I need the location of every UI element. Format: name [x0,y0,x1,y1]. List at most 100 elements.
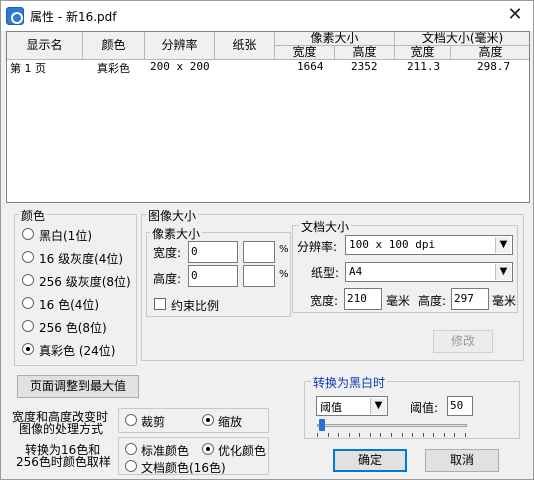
doc-height-label: 高度: [418,294,447,308]
header-color[interactable]: 颜色 [83,32,145,60]
slider-tick [349,433,350,437]
page-list[interactable]: 显示名 颜色 分辨率 纸张 像素大小 宽度 高度 文档大小(毫米) 宽度 高度 … [6,31,530,203]
palette-mode-label-line2: 256色时颜色取样 [16,455,111,469]
image-size-title: 图像大小 [146,207,199,224]
color-option-radio[interactable] [22,320,34,332]
color-option-label: 真彩色 (24位) [39,344,116,358]
color-option-label: 16 色(4位) [39,298,100,312]
color-option-label: 黑白(1位) [39,229,92,243]
slider-tick [317,433,318,437]
slider-tick [328,433,329,437]
header-name[interactable]: 显示名 [7,32,83,60]
slider-tick [433,433,434,437]
paper-select[interactable]: A4 ▼ [345,262,513,282]
slider-tick [370,433,371,437]
fit-to-max-button[interactable]: 页面调整到最大值 [17,375,139,398]
cancel-button[interactable]: 取消 [425,449,499,472]
scale-radio[interactable] [202,414,214,426]
color-option-label: 256 级灰度(8位) [39,275,131,289]
title-bar: 属性 - 新16.pdf ✕ [1,1,533,31]
doc-width-label: 宽度: [310,294,339,308]
header-pixel-width[interactable]: 宽度 [275,46,335,60]
app-icon [6,7,24,25]
color-option-label: 16 级灰度(4位) [39,252,124,266]
paper-value: A4 [349,265,363,278]
doc-width-unit: 毫米 [386,294,411,308]
color-option-label: 256 色(8位) [39,321,107,335]
slider-tick [391,433,392,437]
pixel-width-percent-symbol: % [279,244,289,255]
pixel-size-title: 像素大小 [150,225,203,242]
color-option-radio[interactable] [22,274,34,286]
bw-method-select[interactable]: 阈值 ▼ [316,396,388,416]
row-name: 第 1 页 [10,62,46,75]
scale-label: 缩放 [218,415,243,429]
doc-width-input[interactable]: 210 [344,288,382,310]
header-resolution[interactable]: 分辨率 [145,32,215,60]
paper-label: 纸型: [311,266,340,280]
header-doc-size[interactable]: 文档大小(毫米) [395,32,529,46]
pixel-width-label: 宽度: [153,246,182,260]
ok-button[interactable]: 确定 [333,449,407,472]
header-doc-height[interactable]: 高度 [451,46,529,60]
resolution-value: 100 x 100 dpi [349,238,436,251]
slider-tick [380,433,381,437]
slider-tick [444,433,445,437]
pixel-width-input[interactable]: 0 [188,241,238,263]
doc-height-input[interactable]: 297 [451,288,489,310]
modify-button[interactable]: 修改 [433,330,493,353]
slider-thumb[interactable] [319,419,325,431]
slider-tick [465,433,466,437]
row-color: 真彩色 [97,62,130,75]
row-doc-width: 211.3 [407,60,441,73]
table-row[interactable]: 第 1 页 真彩色 200 x 200 1664 2352 211.3 298.… [7,60,529,75]
row-doc-height: 298.7 [477,60,511,73]
doc-size-title: 文档大小 [299,218,352,235]
slider-track [317,424,467,427]
pixel-height-percent-input[interactable] [243,265,275,287]
doc-height-unit: 毫米 [492,294,517,308]
window-title: 属性 - 新16.pdf [30,10,117,24]
pixel-height-label: 高度: [153,272,182,286]
color-option-radio[interactable] [22,228,34,240]
header-pixel-height[interactable]: 高度 [335,46,395,60]
chevron-down-icon: ▼ [495,264,511,280]
color-option-radio[interactable] [22,297,34,309]
slider-tick [454,433,455,437]
threshold-label: 阈值: [410,401,439,415]
color-option-radio[interactable] [22,343,34,355]
chevron-down-icon: ▼ [370,398,386,414]
header-doc-width[interactable]: 宽度 [395,46,451,60]
threshold-slider[interactable] [317,418,467,438]
slider-tick [412,433,413,437]
row-pixel-height: 2352 [351,60,378,73]
resolution-label: 分辨率: [297,240,338,254]
header-pixel-size[interactable]: 像素大小 [275,32,395,46]
document-colors-radio[interactable] [125,460,137,472]
slider-tick [338,433,339,437]
pixel-height-input[interactable]: 0 [188,265,238,287]
resolution-select[interactable]: 100 x 100 dpi ▼ [345,235,513,255]
constrain-proportions-checkbox[interactable] [154,298,166,310]
slider-tick [423,433,424,437]
threshold-input[interactable]: 50 [447,396,473,416]
close-icon[interactable]: ✕ [503,4,527,26]
document-colors-label: 文档颜色(16色) [141,461,226,475]
pixel-height-percent-symbol: % [279,269,289,280]
pixel-width-percent-input[interactable] [243,241,275,263]
optimized-colors-label: 优化颜色 [218,444,267,458]
chevron-down-icon: ▼ [495,237,511,253]
optimized-colors-radio[interactable] [202,443,214,455]
constrain-proportions-label: 约束比例 [171,299,220,313]
standard-colors-radio[interactable] [125,443,137,455]
header-paper[interactable]: 纸张 [215,32,275,60]
resize-mode-label-line2: 图像的处理方式 [19,422,104,436]
bw-method-value: 阈值 [320,401,342,414]
standard-colors-label: 标准颜色 [141,444,190,458]
color-group-title: 颜色 [19,207,48,224]
row-resolution: 200 x 200 [150,60,210,73]
crop-radio[interactable] [125,414,137,426]
color-option-radio[interactable] [22,251,34,263]
properties-dialog: 属性 - 新16.pdf ✕ 显示名 颜色 分辨率 纸张 像素大小 宽度 高度 … [0,0,534,480]
slider-tick [359,433,360,437]
